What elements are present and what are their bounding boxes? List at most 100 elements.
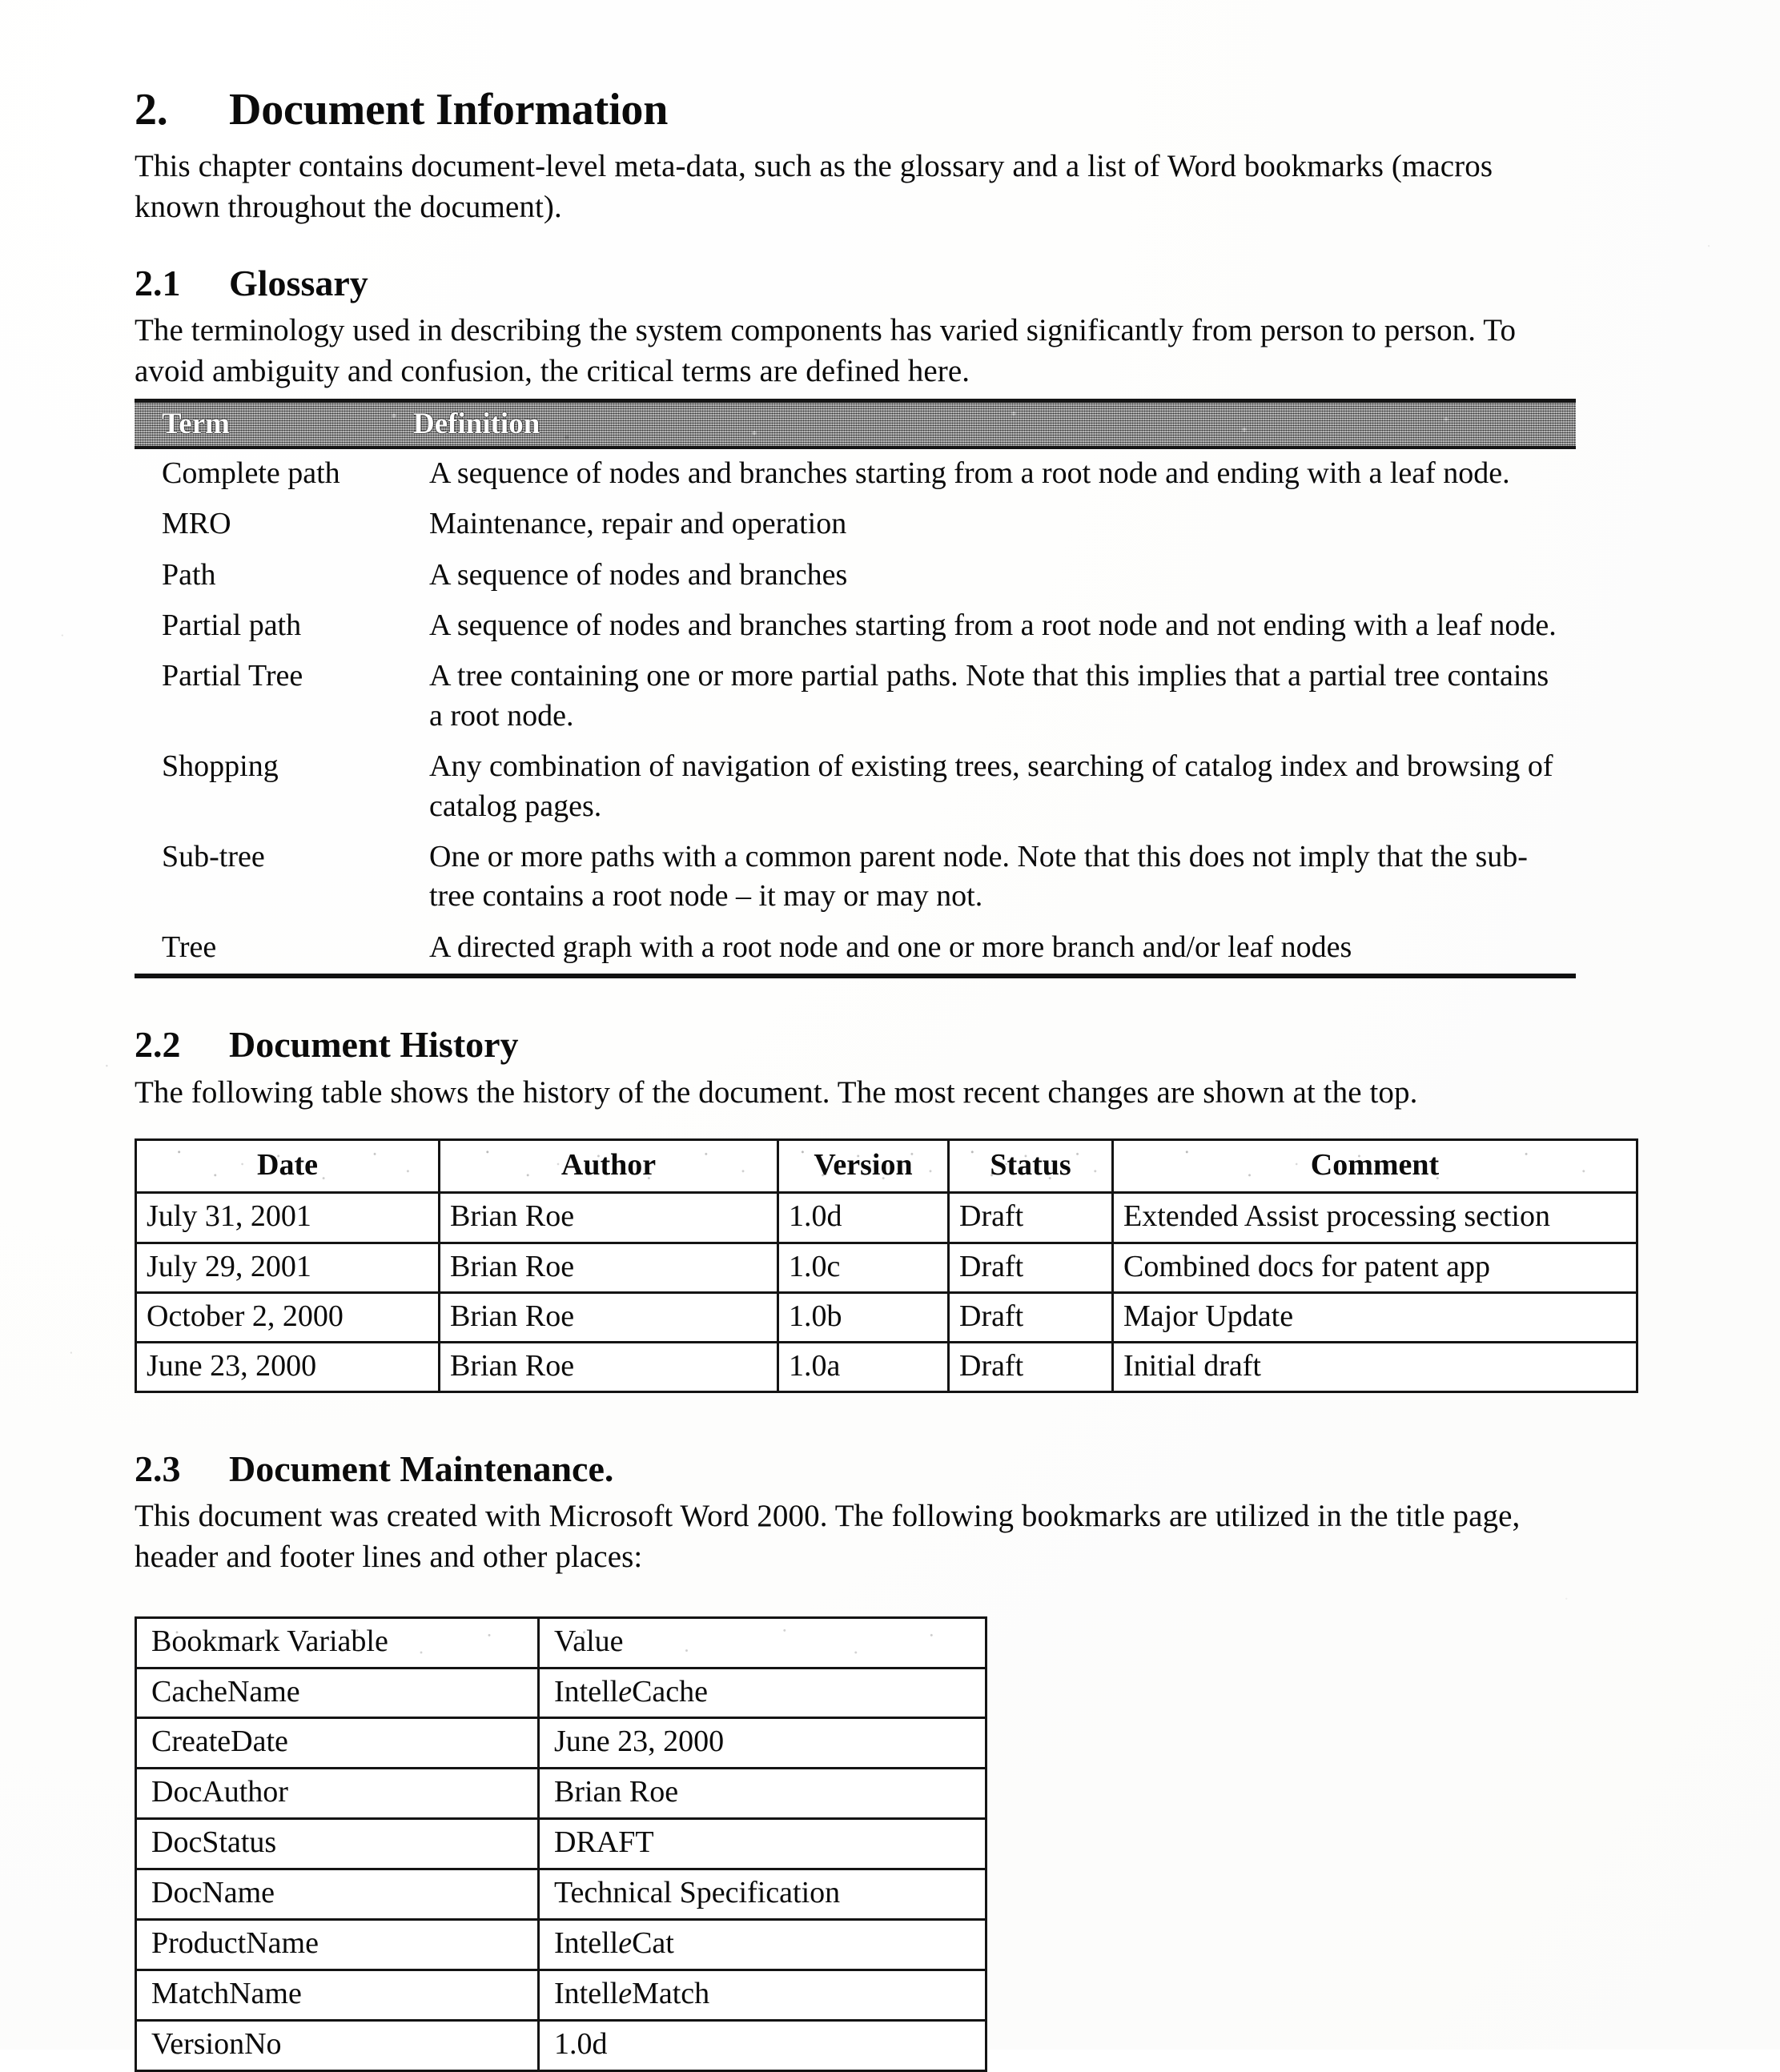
glossary-column-term: Term (162, 407, 230, 440)
glossary-definition: A directed graph with a root node and on… (429, 930, 1352, 964)
glossary-definition: A tree containing one or more partial pa… (429, 659, 1549, 733)
history-header-row: Date Author Version Status Comment (135, 1138, 1638, 1195)
status-badge: Draft (947, 1291, 1114, 1343)
section-heading-2-3: 2.3 Document Maintenance. (135, 1448, 1576, 1489)
glossary-term: Complete path (162, 456, 340, 490)
table-row: DocName Technical Specification (135, 1868, 987, 1921)
table-row: June 23, 2000 Brian Roe 1.0a Draft Initi… (135, 1340, 1638, 1393)
bookmark-variable: ProductName (135, 1917, 540, 1971)
glossary-definition: A sequence of nodes and branches (429, 557, 848, 592)
table-row: Partial Tree A tree containing one or mo… (135, 652, 1576, 742)
bookmark-value: June 23, 2000 (537, 1717, 987, 1770)
table-row: MRO Maintenance, repair and operation (135, 500, 1576, 550)
table-row: CacheName IntelleCache (135, 1666, 987, 1720)
history-column-comment: Comment (1111, 1138, 1638, 1195)
table-row: Path A sequence of nodes and branches (135, 551, 1576, 601)
glossary-term: Sub-tree (162, 839, 265, 873)
table-row: October 2, 2000 Brian Roe 1.0b Draft Maj… (135, 1291, 1638, 1343)
document-history-table: Date Author Version Status Comment July … (135, 1138, 1638, 1393)
glossary-term: Shopping (162, 749, 279, 784)
glossary-term: Tree (162, 930, 217, 964)
bookmark-variable: DocStatus (135, 1817, 540, 1871)
history-date: June 23, 2000 (135, 1340, 440, 1393)
glossary-definition: A sequence of nodes and branches startin… (429, 608, 1557, 642)
glossary-term: Partial Tree (162, 659, 303, 693)
glossary-column-definition: Definition (413, 407, 540, 440)
bookmark-variable: VersionNo (135, 2018, 540, 2072)
table-row: MatchName IntelleMatch (135, 1968, 987, 2022)
bookmark-value: Technical Specification (537, 1868, 987, 1921)
history-date: July 31, 2001 (135, 1191, 440, 1244)
table-row: Partial path A sequence of nodes and bra… (135, 601, 1576, 652)
glossary-definition: Any combination of navigation of existin… (429, 749, 1553, 823)
glossary-definition: A sequence of nodes and branches startin… (429, 456, 1510, 490)
table-row: DocAuthor Brian Roe (135, 1767, 987, 1821)
section-heading-2-2: 2.2 Document History (135, 1025, 1576, 1065)
table-row: Complete path A sequence of nodes and br… (135, 449, 1576, 500)
bookmark-header-row: Bookmark Variable Value (135, 1616, 987, 1669)
history-author: Brian Roe (438, 1241, 779, 1294)
table-row: July 31, 2001 Brian Roe 1.0d Draft Exten… (135, 1191, 1638, 1244)
history-date: July 29, 2001 (135, 1241, 440, 1294)
glossary-term: MRO (162, 507, 231, 541)
bookmark-column-variable: Bookmark Variable (135, 1616, 540, 1669)
history-comment: Major Update (1111, 1291, 1638, 1343)
history-column-status: Status (947, 1138, 1114, 1195)
table-row: VersionNo 1.0d (135, 2018, 987, 2072)
scanned-page: 2. Document Information This chapter con… (0, 0, 1780, 2072)
history-author: Brian Roe (438, 1291, 779, 1343)
bookmark-value: IntelleCache (537, 1666, 987, 1720)
bookmark-column-value: Value (537, 1616, 987, 1669)
table-row: July 29, 2001 Brian Roe 1.0c Draft Combi… (135, 1241, 1638, 1294)
table-row: CreateDate June 23, 2000 (135, 1717, 987, 1770)
section-title: Document Information (229, 85, 669, 135)
bookmark-variable: CacheName (135, 1666, 540, 1720)
bookmark-variable: DocName (135, 1868, 540, 1921)
section-intro-paragraph: This chapter contains document-level met… (135, 149, 1493, 225)
glossary-intro-paragraph: The terminology used in describing the s… (135, 313, 1517, 389)
glossary-definition: One or more paths with a common parent n… (429, 839, 1528, 914)
table-row: Shopping Any combination of navigation o… (135, 742, 1576, 833)
section-heading-2-1: 2.1 Glossary (135, 263, 1576, 303)
status-badge: Draft (947, 1340, 1114, 1393)
table-row: DocStatus DRAFT (135, 1817, 987, 1871)
table-row: Tree A directed graph with a root node a… (135, 923, 1576, 976)
history-number: 2.2 (135, 1024, 181, 1066)
bookmark-variable: DocAuthor (135, 1767, 540, 1821)
section-number: 2. (135, 85, 168, 135)
history-column-version: Version (777, 1138, 950, 1195)
section-heading-2: 2. Document Information (135, 86, 1576, 134)
table-row: ProductName IntelleCat (135, 1917, 987, 1971)
glossary-title: Glossary (229, 262, 368, 303)
history-intro-paragraph: The following table shows the history of… (135, 1074, 1418, 1110)
glossary-definition: Maintenance, repair and operation (429, 507, 847, 541)
bookmark-variable: MatchName (135, 1968, 540, 2022)
history-column-date: Date (135, 1138, 440, 1195)
glossary-table-header-row: Term Definition (135, 398, 1576, 449)
history-author: Brian Roe (438, 1340, 779, 1393)
glossary-number: 2.1 (135, 262, 181, 303)
history-version: 1.0b (777, 1291, 950, 1343)
bookmark-value: IntelleCat (537, 1917, 987, 1971)
maintenance-title: Document Maintenance. (229, 1448, 614, 1489)
glossary-term: Path (162, 557, 216, 592)
bookmark-variable-table: Bookmark Variable Value CacheName Intell… (135, 1616, 987, 2072)
history-comment: Combined docs for patent app (1111, 1241, 1638, 1294)
history-version: 1.0a (777, 1340, 950, 1393)
glossary-table: Term Definition Complete path A sequence … (135, 398, 1576, 979)
history-comment: Extended Assist processing section (1111, 1191, 1638, 1244)
page-content: 2. Document Information This chapter con… (135, 86, 1638, 2072)
status-badge: Draft (947, 1191, 1114, 1244)
bookmark-value: DRAFT (537, 1817, 987, 1871)
history-date: October 2, 2000 (135, 1291, 440, 1343)
glossary-table-body: Complete path A sequence of nodes and br… (135, 449, 1576, 976)
history-author: Brian Roe (438, 1191, 779, 1244)
bookmark-value: IntelleMatch (537, 1968, 987, 2022)
history-column-author: Author (438, 1138, 779, 1195)
status-badge: Draft (947, 1241, 1114, 1294)
history-version: 1.0c (777, 1241, 950, 1294)
bookmark-value: Brian Roe (537, 1767, 987, 1821)
history-comment: Initial draft (1111, 1340, 1638, 1393)
maintenance-intro-paragraph: This document was created with Microsoft… (135, 1499, 1521, 1574)
bookmark-variable: CreateDate (135, 1717, 540, 1770)
